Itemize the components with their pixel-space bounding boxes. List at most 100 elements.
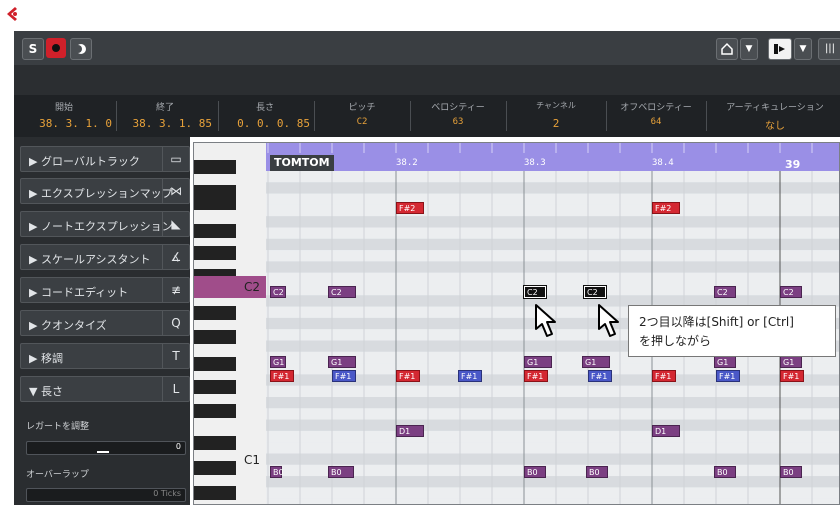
- grid-row: [266, 442, 839, 454]
- info-articulation[interactable]: アーティキュレーション なし: [710, 95, 840, 137]
- piano-keyboard[interactable]: C2 C1: [194, 143, 266, 504]
- grid-row: [266, 227, 839, 239]
- inspector-expression-map[interactable]: ▶ エクスプレッションマップ ⋈: [20, 178, 190, 204]
- note-g1[interactable]: G1: [582, 356, 610, 368]
- moon-button[interactable]: [70, 38, 92, 60]
- legato-slider[interactable]: 0: [26, 441, 186, 455]
- note-d1[interactable]: D1: [652, 425, 680, 437]
- info-velocity[interactable]: ベロシティー 63: [412, 95, 504, 137]
- info-pitch[interactable]: ピッチ C2: [316, 95, 408, 137]
- black-key[interactable]: [194, 246, 236, 260]
- mouse-cursor-icon: [598, 304, 619, 337]
- inspector-quantize[interactable]: ▶ クオンタイズ Q: [20, 310, 190, 336]
- note-fs1[interactable]: F#1: [780, 370, 804, 382]
- note-b0[interactable]: B0: [524, 466, 546, 478]
- note-g1[interactable]: G1: [714, 356, 736, 368]
- grid-row: [266, 385, 839, 397]
- info-label: ベロシティー: [431, 103, 485, 113]
- black-key[interactable]: [194, 330, 236, 344]
- note-g1[interactable]: G1: [328, 356, 356, 368]
- note-expression-icon: ◣: [162, 212, 189, 236]
- home-button[interactable]: [716, 38, 738, 60]
- ruler-label: 38.3: [524, 158, 546, 168]
- solo-button[interactable]: S: [22, 38, 44, 60]
- inspector-item-label: ▶ 移調: [29, 352, 63, 365]
- info-value: 38. 3. 1. 0: [39, 117, 112, 130]
- home-dropdown-chevron-icon[interactable]: ▼: [740, 38, 758, 60]
- black-key[interactable]: [194, 357, 236, 371]
- info-end[interactable]: 終了 38. 3. 1. 85: [118, 95, 212, 137]
- note-c2-selected[interactable]: C2: [583, 285, 607, 299]
- note-fs1[interactable]: F#1: [396, 370, 420, 382]
- chord-edit-icon: ≢: [162, 278, 189, 302]
- note-fs1[interactable]: F#1: [716, 370, 740, 382]
- info-label: ピッチ: [348, 103, 376, 113]
- key-label-c1: C1: [243, 453, 260, 467]
- grid-row: [266, 261, 839, 273]
- note-fs2[interactable]: F#2: [396, 202, 424, 214]
- black-key[interactable]: [194, 461, 236, 475]
- grid-row: [266, 171, 839, 183]
- black-key[interactable]: [194, 306, 236, 320]
- slider-handle[interactable]: [97, 451, 109, 453]
- grip-icon[interactable]: |||: [818, 38, 840, 60]
- split-arrow-icon: [774, 44, 785, 54]
- ruler[interactable]: TOMTOM 38.2 38.3 38.4 39: [266, 143, 839, 171]
- black-key[interactable]: [194, 404, 236, 418]
- inspector-scale-assistant[interactable]: ▶ スケールアシスタント ∡: [20, 244, 190, 270]
- tool-button[interactable]: [768, 38, 792, 60]
- info-off-velocity[interactable]: オフベロシティー 64: [608, 95, 704, 137]
- note-b0[interactable]: B0: [328, 466, 354, 478]
- info-value: 38. 3. 1. 85: [132, 117, 212, 130]
- info-label: アーティキュレーション: [726, 103, 824, 113]
- info-length[interactable]: 長さ 0. 0. 0. 85: [220, 95, 310, 137]
- black-key[interactable]: [194, 436, 236, 450]
- key-label-c2: C2: [243, 280, 260, 294]
- inspector-panel: ▶ グローバルトラック ▭ ▶ エクスプレッションマップ ⋈ ▶ ノートエクスプ…: [14, 137, 190, 505]
- quantize-icon: Q: [162, 311, 189, 335]
- note-fs1[interactable]: F#1: [458, 370, 482, 382]
- note-b0[interactable]: B0: [780, 466, 802, 478]
- note-c2-selected[interactable]: C2: [523, 285, 547, 299]
- grid-row: [266, 193, 839, 205]
- inspector-note-expression[interactable]: ▶ ノートエクスプレッション ◣: [20, 211, 190, 237]
- inspector-item-label: ▶ エクスプレッションマップ: [29, 187, 173, 200]
- note-fs1[interactable]: F#1: [524, 370, 548, 382]
- inspector-global-tracks[interactable]: ▶ グローバルトラック ▭: [20, 146, 190, 172]
- inspector-length[interactable]: ▼ 長さ L: [20, 376, 190, 402]
- note-fs1[interactable]: F#1: [332, 370, 356, 382]
- note-g1[interactable]: G1: [524, 356, 552, 368]
- inspector-chord-edit[interactable]: ▶ コードエディット ≢: [20, 277, 190, 303]
- grid-row: [266, 238, 839, 251]
- record-button[interactable]: [46, 38, 66, 58]
- note-fs1[interactable]: F#1: [652, 370, 676, 382]
- grid-row: [266, 487, 839, 499]
- tool-dropdown-chevron-icon[interactable]: ▼: [794, 38, 812, 60]
- note-fs1[interactable]: F#1: [588, 370, 612, 382]
- note-c2[interactable]: C2: [714, 286, 736, 298]
- black-key[interactable]: [194, 160, 236, 174]
- grid-row: [266, 408, 839, 420]
- black-key[interactable]: [194, 380, 236, 394]
- black-key[interactable]: [194, 196, 236, 210]
- info-value: 64: [650, 117, 662, 127]
- note-g1[interactable]: G1: [780, 356, 802, 368]
- divider: [314, 101, 315, 131]
- note-c2[interactable]: C2: [780, 286, 802, 298]
- inspector-transpose[interactable]: ▶ 移調 T: [20, 343, 190, 369]
- info-channel[interactable]: チャンネル 2: [508, 95, 604, 137]
- info-start[interactable]: 開始 38. 3. 1. 0: [14, 95, 112, 137]
- info-value: なし: [765, 121, 785, 132]
- note-b0[interactable]: B0: [270, 466, 284, 478]
- black-key[interactable]: [194, 224, 236, 238]
- note-fs2[interactable]: F#2: [652, 202, 680, 214]
- note-fs1[interactable]: F#1: [270, 370, 294, 382]
- note-d1[interactable]: D1: [396, 425, 424, 437]
- note-g1[interactable]: G1: [270, 356, 286, 368]
- note-b0[interactable]: B0: [586, 466, 608, 478]
- note-b0[interactable]: B0: [714, 466, 736, 478]
- note-c2[interactable]: C2: [328, 286, 356, 298]
- overlap-slider[interactable]: 0 Ticks: [26, 488, 186, 502]
- black-key[interactable]: [194, 486, 236, 500]
- note-c2[interactable]: C2: [270, 286, 286, 298]
